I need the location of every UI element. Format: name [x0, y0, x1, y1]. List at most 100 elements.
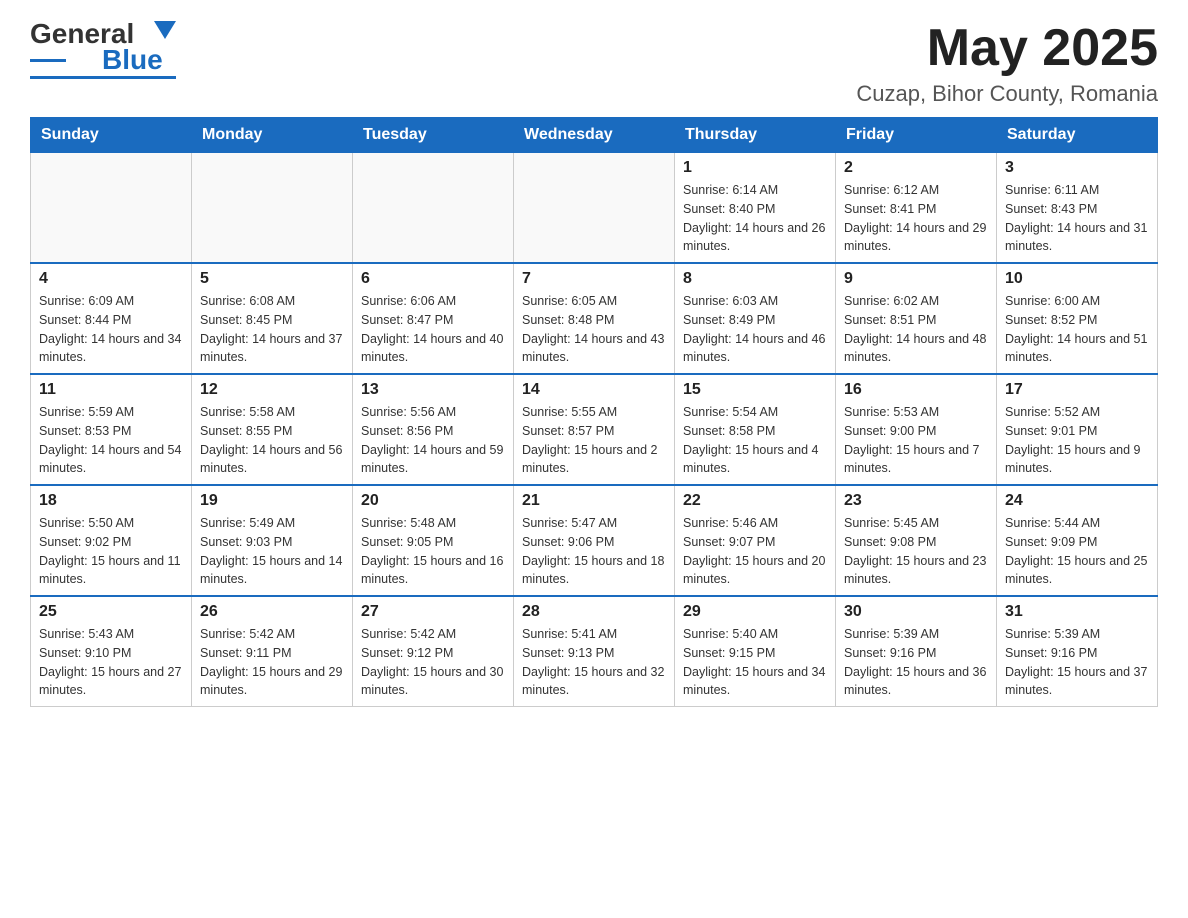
- calendar-cell: 25 Sunrise: 5:43 AMSunset: 9:10 PMDayligh…: [31, 596, 192, 707]
- day-number: 7: [522, 270, 666, 288]
- day-number: 29: [683, 603, 827, 621]
- day-info: Sunrise: 5:49 AMSunset: 9:03 PMDaylight:…: [200, 514, 344, 589]
- calendar-cell: 29 Sunrise: 5:40 AMSunset: 9:15 PMDayligh…: [675, 596, 836, 707]
- calendar-cell: 9Sunrise: 6:02 AMSunset: 8:51 PMDaylight…: [836, 263, 997, 374]
- day-number: 2: [844, 159, 988, 177]
- calendar-header-sunday: Sunday: [31, 118, 192, 153]
- calendar-cell: 12 Sunrise: 5:58 AMSunset: 8:55 PMDayligh…: [192, 374, 353, 485]
- calendar-cell: [192, 153, 353, 264]
- day-info: Sunrise: 5:59 AMSunset: 8:53 PMDaylight:…: [39, 403, 183, 478]
- day-number: 31: [1005, 603, 1149, 621]
- day-info: Sunrise: 6:00 AMSunset: 8:52 PMDaylight:…: [1005, 292, 1149, 367]
- calendar-cell: 31 Sunrise: 5:39 AMSunset: 9:16 PMDayligh…: [997, 596, 1158, 707]
- day-info: Sunrise: 5:39 AMSunset: 9:16 PMDaylight:…: [1005, 625, 1149, 700]
- day-number: 13: [361, 381, 505, 399]
- calendar-cell: [514, 153, 675, 264]
- calendar-header-row: SundayMondayTuesdayWednesdayThursdayFrid…: [31, 118, 1158, 153]
- day-number: 4: [39, 270, 183, 288]
- calendar-cell: 16Sunrise: 5:53 AMSunset: 9:00 PMDayligh…: [836, 374, 997, 485]
- calendar-cell: 3Sunrise: 6:11 AMSunset: 8:43 PMDaylight…: [997, 153, 1158, 264]
- day-number: 26: [200, 603, 344, 621]
- calendar-week-row-5: 25 Sunrise: 5:43 AMSunset: 9:10 PMDayligh…: [31, 596, 1158, 707]
- calendar-header-saturday: Saturday: [997, 118, 1158, 153]
- day-number: 27: [361, 603, 505, 621]
- logo-triangle-icon: [154, 21, 176, 43]
- calendar-table: SundayMondayTuesdayWednesdayThursdayFrid…: [30, 117, 1158, 707]
- day-info: Sunrise: 5:43 AMSunset: 9:10 PMDaylight:…: [39, 625, 183, 700]
- calendar-header-tuesday: Tuesday: [353, 118, 514, 153]
- day-number: 19: [200, 492, 344, 510]
- day-number: 8: [683, 270, 827, 288]
- day-info: Sunrise: 6:08 AMSunset: 8:45 PMDaylight:…: [200, 292, 344, 367]
- day-number: 28: [522, 603, 666, 621]
- day-info: Sunrise: 6:12 AMSunset: 8:41 PMDaylight:…: [844, 181, 988, 256]
- calendar-cell: 24 Sunrise: 5:44 AMSunset: 9:09 PMDayligh…: [997, 485, 1158, 596]
- calendar-cell: 18Sunrise: 5:50 AMSunset: 9:02 PMDayligh…: [31, 485, 192, 596]
- day-info: Sunrise: 5:45 AMSunset: 9:08 PMDaylight:…: [844, 514, 988, 589]
- day-info: Sunrise: 5:54 AMSunset: 8:58 PMDaylight:…: [683, 403, 827, 478]
- day-number: 6: [361, 270, 505, 288]
- day-info: Sunrise: 6:03 AMSunset: 8:49 PMDaylight:…: [683, 292, 827, 367]
- day-number: 10: [1005, 270, 1149, 288]
- calendar-cell: 19 Sunrise: 5:49 AMSunset: 9:03 PMDayligh…: [192, 485, 353, 596]
- day-number: 18: [39, 492, 183, 510]
- calendar-header-wednesday: Wednesday: [514, 118, 675, 153]
- day-info: Sunrise: 5:55 AMSunset: 8:57 PMDaylight:…: [522, 403, 666, 478]
- calendar-header-thursday: Thursday: [675, 118, 836, 153]
- page-header: General Blue May 2025 Cuzap, Bihor Count…: [30, 20, 1158, 107]
- day-info: Sunrise: 5:56 AMSunset: 8:56 PMDaylight:…: [361, 403, 505, 478]
- calendar-cell: 11 Sunrise: 5:59 AMSunset: 8:53 PMDayligh…: [31, 374, 192, 485]
- calendar-week-row-3: 11 Sunrise: 5:59 AMSunset: 8:53 PMDayligh…: [31, 374, 1158, 485]
- day-info: Sunrise: 5:42 AMSunset: 9:12 PMDaylight:…: [361, 625, 505, 700]
- calendar-cell: 8 Sunrise: 6:03 AMSunset: 8:49 PMDaylight…: [675, 263, 836, 374]
- calendar-cell: 28 Sunrise: 5:41 AMSunset: 9:13 PMDayligh…: [514, 596, 675, 707]
- day-number: 20: [361, 492, 505, 510]
- day-info: Sunrise: 5:46 AMSunset: 9:07 PMDaylight:…: [683, 514, 827, 589]
- day-number: 12: [200, 381, 344, 399]
- calendar-week-row-4: 18Sunrise: 5:50 AMSunset: 9:02 PMDayligh…: [31, 485, 1158, 596]
- day-info: Sunrise: 6:14 AMSunset: 8:40 PMDaylight:…: [683, 181, 827, 256]
- day-info: Sunrise: 6:09 AMSunset: 8:44 PMDaylight:…: [39, 292, 183, 367]
- calendar-cell: [353, 153, 514, 264]
- day-info: Sunrise: 5:39 AMSunset: 9:16 PMDaylight:…: [844, 625, 988, 700]
- day-info: Sunrise: 5:52 AMSunset: 9:01 PMDaylight:…: [1005, 403, 1149, 478]
- day-number: 24: [1005, 492, 1149, 510]
- logo: General Blue: [30, 20, 176, 79]
- day-number: 21: [522, 492, 666, 510]
- day-info: Sunrise: 6:05 AMSunset: 8:48 PMDaylight:…: [522, 292, 666, 367]
- day-info: Sunrise: 5:40 AMSunset: 9:15 PMDaylight:…: [683, 625, 827, 700]
- calendar-cell: 22Sunrise: 5:46 AMSunset: 9:07 PMDayligh…: [675, 485, 836, 596]
- day-info: Sunrise: 5:48 AMSunset: 9:05 PMDaylight:…: [361, 514, 505, 589]
- day-number: 15: [683, 381, 827, 399]
- day-info: Sunrise: 5:41 AMSunset: 9:13 PMDaylight:…: [522, 625, 666, 700]
- day-info: Sunrise: 6:02 AMSunset: 8:51 PMDaylight:…: [844, 292, 988, 367]
- day-number: 3: [1005, 159, 1149, 177]
- calendar-cell: 10 Sunrise: 6:00 AMSunset: 8:52 PMDayligh…: [997, 263, 1158, 374]
- day-number: 30: [844, 603, 988, 621]
- calendar-cell: 2 Sunrise: 6:12 AMSunset: 8:41 PMDaylight…: [836, 153, 997, 264]
- day-info: Sunrise: 6:06 AMSunset: 8:47 PMDaylight:…: [361, 292, 505, 367]
- calendar-cell: 26Sunrise: 5:42 AMSunset: 9:11 PMDayligh…: [192, 596, 353, 707]
- calendar-cell: 14 Sunrise: 5:55 AMSunset: 8:57 PMDayligh…: [514, 374, 675, 485]
- day-number: 11: [39, 381, 183, 399]
- calendar-cell: 1 Sunrise: 6:14 AMSunset: 8:40 PMDaylight…: [675, 153, 836, 264]
- calendar-week-row-1: 1 Sunrise: 6:14 AMSunset: 8:40 PMDaylight…: [31, 153, 1158, 264]
- location-subtitle: Cuzap, Bihor County, Romania: [856, 81, 1158, 107]
- calendar-cell: 27 Sunrise: 5:42 AMSunset: 9:12 PMDayligh…: [353, 596, 514, 707]
- calendar-cell: 15 Sunrise: 5:54 AMSunset: 8:58 PMDayligh…: [675, 374, 836, 485]
- day-info: Sunrise: 5:53 AMSunset: 9:00 PMDaylight:…: [844, 403, 988, 478]
- day-info: Sunrise: 5:58 AMSunset: 8:55 PMDaylight:…: [200, 403, 344, 478]
- calendar-cell: 30 Sunrise: 5:39 AMSunset: 9:16 PMDayligh…: [836, 596, 997, 707]
- day-info: Sunrise: 5:44 AMSunset: 9:09 PMDaylight:…: [1005, 514, 1149, 589]
- day-number: 23: [844, 492, 988, 510]
- day-number: 14: [522, 381, 666, 399]
- calendar-cell: 7 Sunrise: 6:05 AMSunset: 8:48 PMDaylight…: [514, 263, 675, 374]
- day-number: 5: [200, 270, 344, 288]
- calendar-cell: 6 Sunrise: 6:06 AMSunset: 8:47 PMDaylight…: [353, 263, 514, 374]
- day-info: Sunrise: 5:47 AMSunset: 9:06 PMDaylight:…: [522, 514, 666, 589]
- logo-blue-text: Blue: [102, 46, 163, 74]
- day-number: 1: [683, 159, 827, 177]
- calendar-week-row-2: 4 Sunrise: 6:09 AMSunset: 8:44 PMDaylight…: [31, 263, 1158, 374]
- calendar-cell: 4 Sunrise: 6:09 AMSunset: 8:44 PMDaylight…: [31, 263, 192, 374]
- day-number: 25: [39, 603, 183, 621]
